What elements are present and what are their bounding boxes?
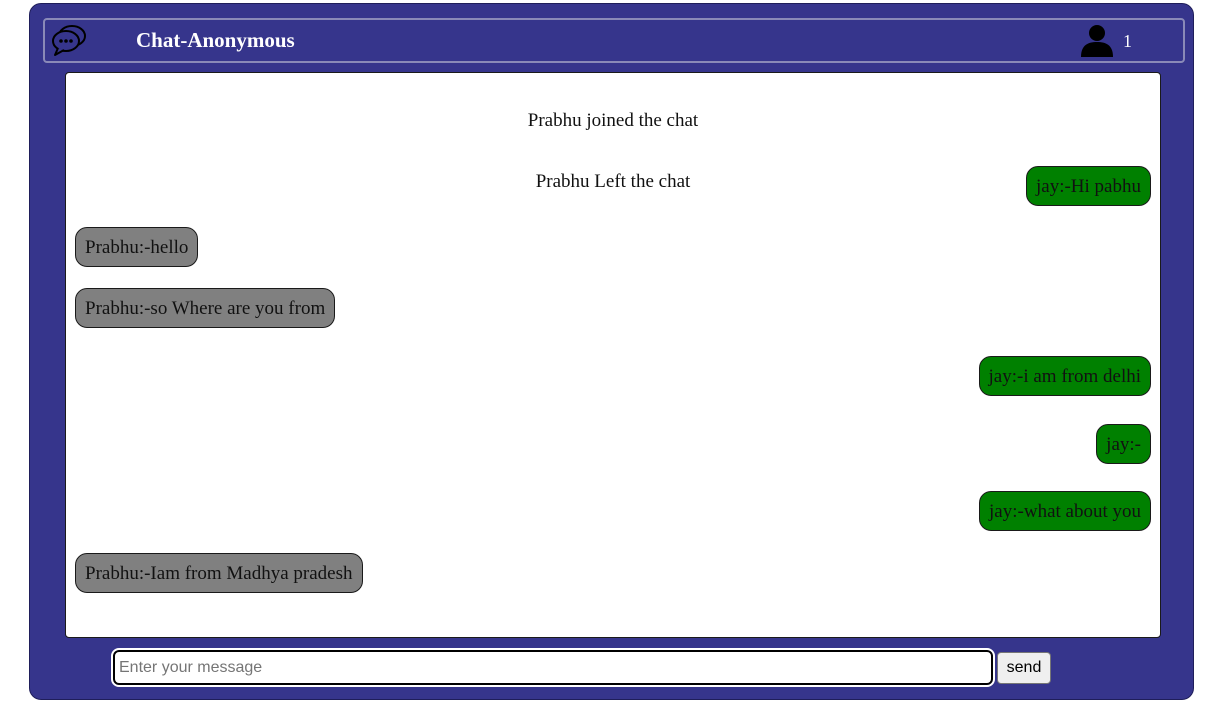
outgoing-message: jay:-	[1096, 424, 1151, 464]
incoming-message: Prabhu:-Iam from Madhya pradesh	[75, 553, 363, 593]
app-title: Chat-Anonymous	[136, 28, 295, 52]
chat-window: Chat-Anonymous 1 Prabhu joined the chat …	[29, 3, 1194, 700]
incoming-message: Prabhu:-hello	[75, 227, 199, 267]
system-notice: Prabhu joined the chat	[527, 110, 699, 131]
message-input[interactable]	[111, 648, 995, 687]
outgoing-message: jay:-Hi pabhu	[1025, 166, 1151, 206]
system-notice: Prabhu Left the chat	[535, 171, 691, 192]
app-header: Chat-Anonymous 1	[43, 18, 1185, 63]
user-icon	[1079, 23, 1115, 57]
online-user-count: 1	[1123, 31, 1132, 51]
incoming-message: Prabhu:-so Where are you from	[75, 288, 336, 328]
outgoing-message: jay:-i am from delhi	[978, 356, 1151, 396]
chat-bubbles-icon	[50, 22, 88, 58]
outgoing-message: jay:-what about you	[979, 491, 1151, 531]
message-list[interactable]: Prabhu joined the chat Prabhu Left the c…	[65, 72, 1161, 638]
send-button[interactable]: send	[997, 652, 1051, 684]
